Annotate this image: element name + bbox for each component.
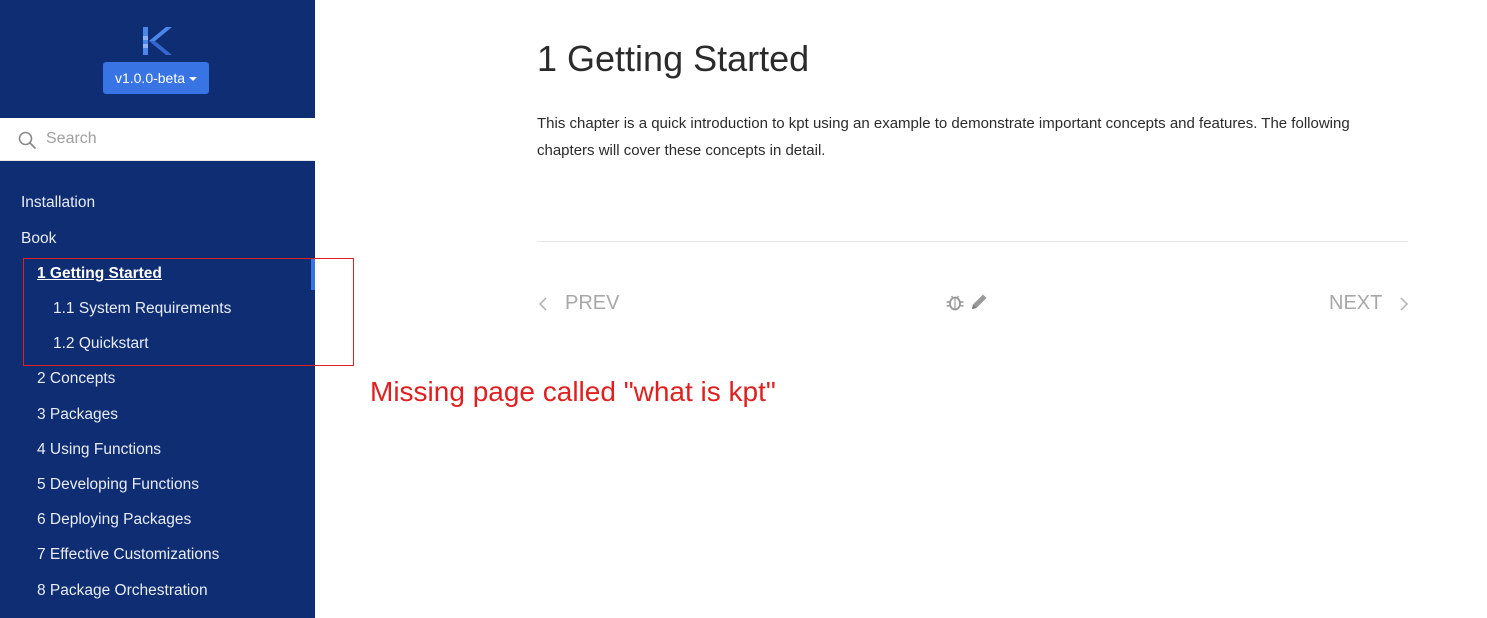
bug-icon[interactable]	[945, 292, 965, 312]
search-box	[0, 118, 315, 161]
sidebar-item-package-orchestration[interactable]: 8 Package Orchestration	[37, 582, 208, 600]
caret-down-icon	[189, 77, 198, 81]
sidebar-item-effective-customizations[interactable]: 7 Effective Customizations	[37, 546, 219, 564]
content-divider	[537, 241, 1408, 242]
prev-label: PREV	[565, 292, 620, 314]
sidebar-item-packages[interactable]: 3 Packages	[37, 406, 118, 424]
version-dropdown-button[interactable]: v1.0.0-beta	[103, 62, 209, 94]
sidebar-item-using-functions[interactable]: 4 Using Functions	[37, 441, 161, 459]
annotation-highlight-box	[23, 258, 354, 366]
chevron-left-icon	[538, 296, 547, 311]
sidebar-item-developing-functions[interactable]: 5 Developing Functions	[37, 476, 199, 494]
sidebar-item-book[interactable]: Book	[21, 230, 56, 248]
chevron-right-icon	[1400, 296, 1409, 311]
prev-page-link[interactable]: PREV	[537, 292, 619, 315]
pencil-icon[interactable]	[969, 292, 989, 312]
sidebar-item-installation[interactable]: Installation	[21, 194, 95, 212]
docs-page: v1.0.0-beta Installation Book 1 Getting …	[0, 0, 1487, 618]
kpt-logo-icon[interactable]	[139, 24, 173, 58]
search-icon	[18, 131, 36, 149]
intro-paragraph: This chapter is a quick introduction to …	[537, 115, 1350, 159]
next-label: NEXT	[1329, 292, 1383, 314]
annotation-note: Missing page called "what is kpt"	[370, 376, 776, 407]
version-label: v1.0.0-beta	[114, 70, 186, 86]
sidebar-item-concepts[interactable]: 2 Concepts	[37, 370, 115, 388]
search-input[interactable]	[46, 126, 296, 152]
next-page-link[interactable]: NEXT	[1329, 292, 1410, 315]
sidebar-item-deploying-packages[interactable]: 6 Deploying Packages	[37, 511, 191, 529]
page-title: 1 Getting Started	[537, 38, 810, 79]
